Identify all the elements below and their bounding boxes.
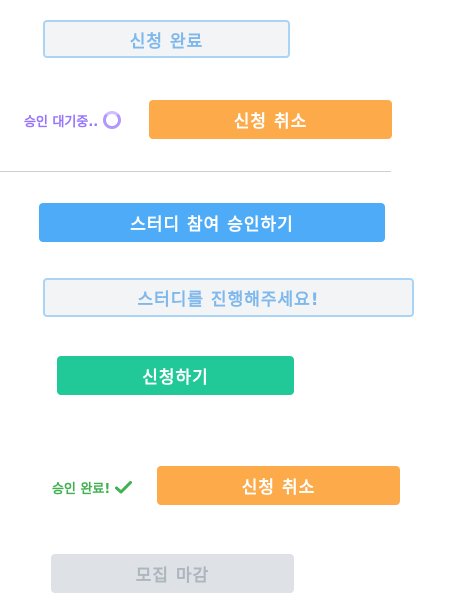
- proceed-study-button[interactable]: 스터디를 진행해주세요!: [43, 278, 414, 317]
- loading-spinner-icon: [103, 111, 122, 129]
- awaiting-approval-status: 승인 대기중..: [24, 110, 122, 130]
- recruitment-closed-button: 모집 마감: [51, 554, 294, 593]
- cancel-application-button[interactable]: 신청 취소: [149, 100, 392, 139]
- section-divider: [0, 171, 391, 172]
- approved-label: 승인 완료!: [52, 481, 111, 497]
- check-icon: [115, 480, 133, 493]
- apply-button[interactable]: 신청하기: [57, 356, 294, 395]
- study-application-button-states: 신청 완료 승인 대기중.. 신청 취소 스터디 참여 승인하기 스터디를 진행…: [0, 0, 449, 615]
- approved-status: 승인 완료!: [52, 477, 133, 497]
- application-complete-button[interactable]: 신청 완료: [43, 20, 290, 58]
- cancel-application-button-approved[interactable]: 신청 취소: [157, 466, 400, 505]
- awaiting-approval-label: 승인 대기중..: [24, 114, 99, 130]
- approve-study-participation-button[interactable]: 스터디 참여 승인하기: [39, 203, 385, 242]
